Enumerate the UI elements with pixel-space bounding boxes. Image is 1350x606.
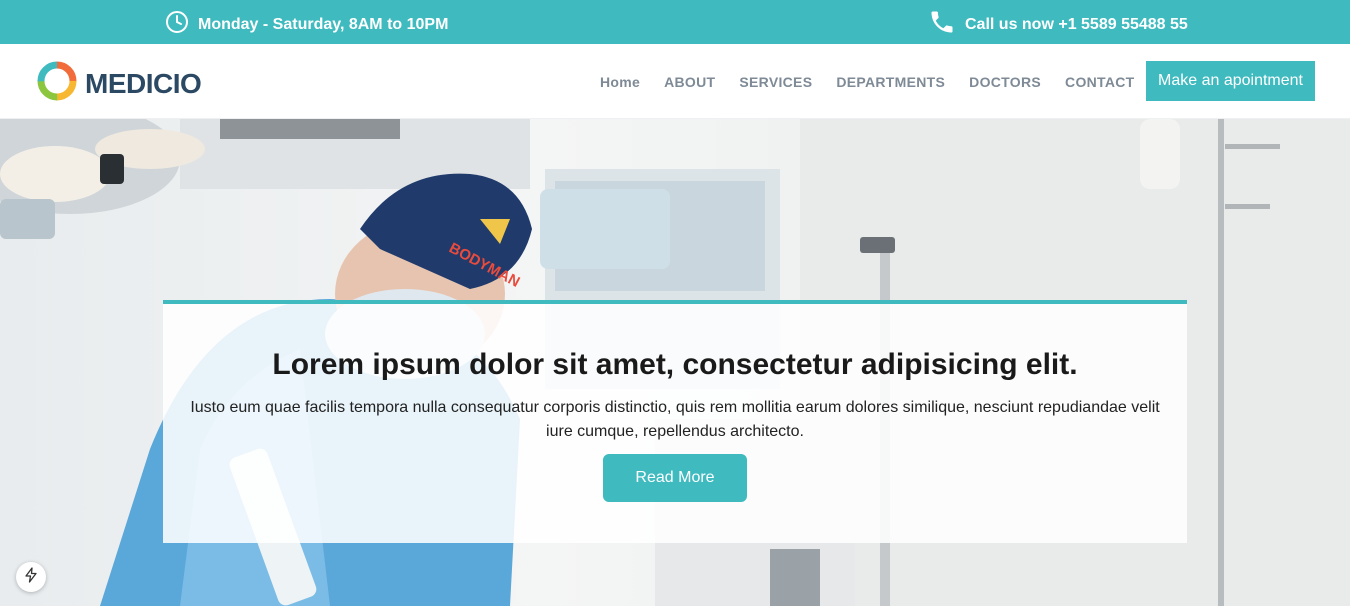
lightning-icon xyxy=(23,566,39,588)
nav-contact[interactable]: CONTACT xyxy=(1053,74,1147,90)
hero-title: Lorem ipsum dolor sit amet, consectetur … xyxy=(272,348,1078,381)
nav-about[interactable]: ABOUT xyxy=(652,74,727,90)
floating-badge[interactable] xyxy=(16,562,46,592)
hero-description: Iusto eum quae facilis tempora nulla con… xyxy=(190,399,1160,440)
nav-services[interactable]: SERVICES xyxy=(727,74,824,90)
nav-departments[interactable]: DEPARTMENTS xyxy=(824,74,957,90)
phone-contact[interactable]: Call us now +1 5589 55488 55 xyxy=(928,8,1188,41)
logo-text: MEDICIO xyxy=(85,67,202,99)
opening-hours: Monday - Saturday, 8AM to 10PM xyxy=(165,10,448,39)
hero-card: Lorem ipsum dolor sit amet, consectetur … xyxy=(163,300,1187,543)
read-more-button[interactable]: Read More xyxy=(603,454,747,502)
site-logo[interactable]: MEDICIO xyxy=(35,59,202,108)
phone-text[interactable]: Call us now +1 5589 55488 55 xyxy=(965,13,1188,37)
main-nav: Home ABOUT SERVICES DEPARTMENTS DOCTORS … xyxy=(588,44,1147,119)
nav-doctors[interactable]: DOCTORS xyxy=(957,74,1053,90)
hero-section: BODYMAN Lorem ipsum dolor sit amet, cons… xyxy=(0,119,1350,606)
make-appointment-button[interactable]: Make an apointment xyxy=(1146,61,1315,101)
phone-icon xyxy=(928,8,956,41)
top-info-bar: Monday - Saturday, 8AM to 10PM Call us n… xyxy=(0,0,1350,44)
logo-ring-icon xyxy=(35,59,79,108)
nav-home[interactable]: Home xyxy=(588,74,652,90)
clock-icon xyxy=(165,10,189,39)
site-header: MEDICIO Home ABOUT SERVICES DEPARTMENTS … xyxy=(0,44,1350,119)
opening-hours-text: Monday - Saturday, 8AM to 10PM xyxy=(198,15,449,33)
